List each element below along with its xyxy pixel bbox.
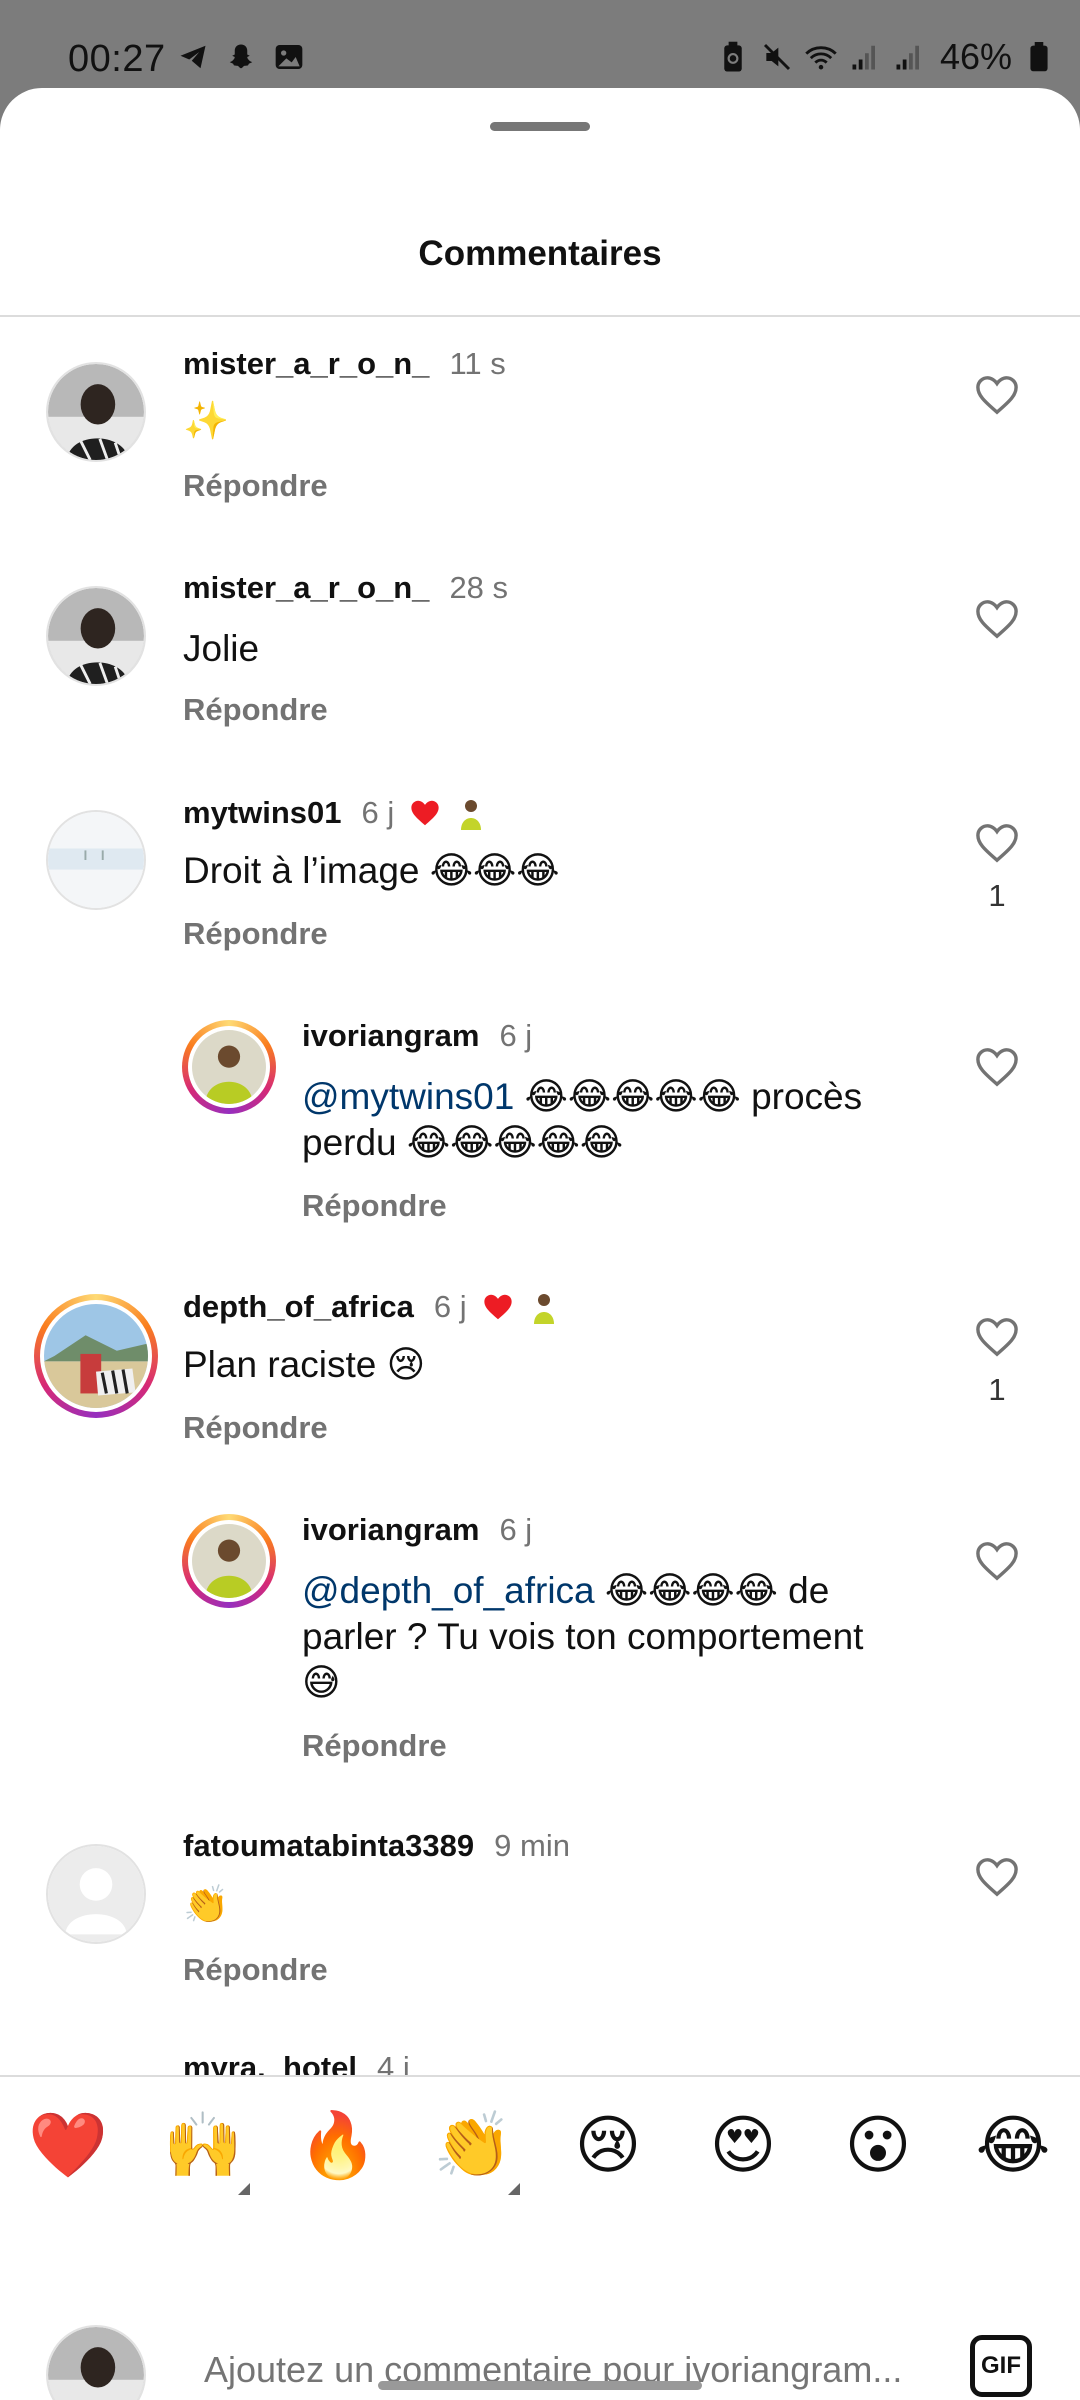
- wifi-icon: [804, 40, 838, 74]
- author-liked-heart-icon: [481, 1292, 515, 1322]
- status-right-icons: 46%: [716, 36, 1056, 77]
- comment-header: mytwins01 6 j: [183, 794, 490, 832]
- comment-username[interactable]: mister_a_r_o_n_: [183, 570, 429, 606]
- comment-text: Jolie: [183, 628, 260, 669]
- reply-button[interactable]: Répondre: [183, 1410, 328, 1446]
- reply-button[interactable]: Répondre: [183, 1952, 328, 1988]
- avatar[interactable]: [46, 1844, 146, 1944]
- variant-indicator-icon: [238, 2183, 250, 2195]
- mention-link[interactable]: @depth_of_africa: [302, 1570, 595, 1611]
- author-avatar-icon: [452, 794, 490, 832]
- reaction-heart-eyes[interactable]: 😍: [703, 2105, 783, 2185]
- avatar[interactable]: [46, 810, 146, 910]
- avatar[interactable]: [46, 586, 146, 686]
- comment-time: 6 j: [433, 1289, 467, 1324]
- like-count: 1: [988, 1372, 1006, 1407]
- avatar[interactable]: [34, 1294, 158, 1418]
- reaction-crying[interactable]: 😢: [568, 2105, 648, 2185]
- reaction-laughing[interactable]: 😂: [973, 2105, 1053, 2185]
- battery-percent: 46%: [939, 36, 1012, 77]
- comment-time: 6 j: [499, 1512, 533, 1547]
- comments-sheet: Commentaires mister_a_r_o_n_ 11 s ✨ Répo…: [0, 88, 1080, 2400]
- comment-username[interactable]: ivoriangram: [302, 1512, 479, 1548]
- mute-icon: [760, 40, 794, 74]
- heart-icon[interactable]: [974, 598, 1020, 640]
- comment-text: 👏: [183, 1884, 230, 1925]
- heart-icon[interactable]: [974, 374, 1020, 416]
- avatar[interactable]: [46, 362, 146, 462]
- signal-icon: [848, 40, 882, 74]
- status-left-icons: [176, 40, 306, 74]
- comment-composer: GIF: [0, 2211, 1080, 2400]
- reply-button[interactable]: Répondre: [183, 916, 328, 952]
- comment-header: fatoumatabinta3389 9 min: [183, 1828, 570, 1864]
- comment-time: 11 s: [449, 346, 506, 381]
- comment-username[interactable]: depth_of_africa: [183, 1289, 414, 1325]
- comment-text-part: 😂😂😂😂 de: [594, 1570, 830, 1611]
- telegram-icon: [176, 40, 210, 74]
- reaction-fire[interactable]: 🔥: [298, 2105, 378, 2185]
- reply-button[interactable]: Répondre: [183, 468, 328, 504]
- comment-text-line-2: parler ? Tu vois ton comportement: [302, 1616, 864, 1657]
- comment-header: depth_of_africa 6 j: [183, 1288, 563, 1326]
- comment-time: 28 s: [449, 570, 509, 605]
- comment-text-part: 😂😂😂😂😂 procès: [514, 1076, 863, 1117]
- reaction-surprised[interactable]: 😮: [838, 2105, 918, 2185]
- comment-header: ivoriangram 6 j: [302, 1512, 532, 1548]
- home-indicator[interactable]: [378, 2381, 702, 2390]
- image-icon: [272, 40, 306, 74]
- comment-time: 6 j: [499, 1018, 533, 1053]
- comment-username[interactable]: mister_a_r_o_n_: [183, 346, 429, 382]
- comment-username[interactable]: mytwins01: [183, 795, 342, 831]
- variant-indicator-icon: [508, 2183, 520, 2195]
- recycle-battery-icon: [716, 40, 750, 74]
- comment-text: Droit à l’image 😂😂😂: [183, 850, 560, 891]
- comment-text-line-3: 😅: [302, 1662, 341, 1703]
- comment-text-line-2: perdu 😂😂😂😂😂: [302, 1122, 624, 1163]
- heart-icon[interactable]: [974, 1316, 1020, 1358]
- my-avatar: [46, 2325, 146, 2400]
- comment-header: mister_a_r_o_n_ 11 s: [183, 346, 506, 382]
- comment-text: @mytwins01 😂😂😂😂😂 procès: [302, 1074, 862, 1120]
- quick-reactions-bar: ❤️ 🙌 🔥 👏 😢 😍 😮 😂: [0, 2075, 1080, 2213]
- signal-2-icon: [892, 40, 926, 74]
- mention-link[interactable]: @mytwins01: [302, 1076, 514, 1117]
- reaction-clap[interactable]: 👏: [433, 2105, 513, 2185]
- author-liked-heart-icon: [408, 798, 442, 828]
- heart-icon[interactable]: [974, 1540, 1020, 1582]
- reply-button[interactable]: Répondre: [302, 1728, 447, 1764]
- comment-text: ✨: [183, 400, 230, 441]
- comment-time: 9 min: [494, 1828, 570, 1863]
- comment-username[interactable]: fatoumatabinta3389: [183, 1828, 474, 1864]
- divider: [0, 315, 1080, 317]
- avatar[interactable]: [182, 1514, 276, 1608]
- reaction-heart[interactable]: ❤️: [28, 2105, 108, 2185]
- comment-username[interactable]: ivoriangram: [302, 1018, 479, 1054]
- status-bar: 00:27 46%: [0, 0, 1080, 88]
- comment-header: ivoriangram 6 j: [302, 1018, 532, 1054]
- battery-icon: [1022, 40, 1056, 74]
- comment-text: Plan raciste 😢: [183, 1344, 426, 1385]
- heart-icon[interactable]: [974, 822, 1020, 864]
- reaction-raised-hands[interactable]: 🙌: [163, 2105, 243, 2185]
- reply-button[interactable]: Répondre: [183, 692, 328, 728]
- avatar[interactable]: [182, 1020, 276, 1114]
- comment-time: 6 j: [361, 795, 395, 830]
- snapchat-icon: [224, 40, 258, 74]
- heart-icon[interactable]: [974, 1856, 1020, 1898]
- heart-icon[interactable]: [974, 1046, 1020, 1088]
- author-avatar-icon: [525, 1288, 563, 1326]
- gif-button[interactable]: GIF: [970, 2335, 1032, 2397]
- drag-handle[interactable]: [490, 122, 590, 131]
- reply-button[interactable]: Répondre: [302, 1188, 447, 1224]
- status-time: 00:27: [68, 38, 166, 80]
- comment-text: @depth_of_africa 😂😂😂😂 de: [302, 1568, 829, 1614]
- sheet-title: Commentaires: [418, 234, 662, 273]
- like-count: 1: [988, 878, 1006, 913]
- comment-header: mister_a_r_o_n_ 28 s: [183, 570, 508, 606]
